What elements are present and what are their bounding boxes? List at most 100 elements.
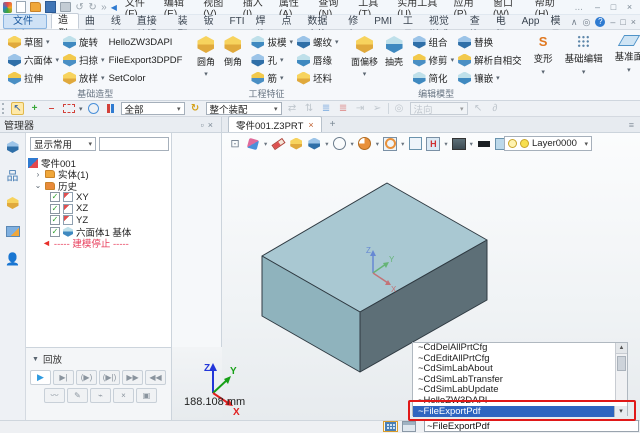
expander-collapsed-icon[interactable]: › xyxy=(34,170,42,179)
chamfer-button[interactable]: 倒角 xyxy=(219,33,246,87)
playback-play-from-button[interactable]: (▶) xyxy=(76,370,97,385)
command-item[interactable]: ~CdSimLabAbout xyxy=(413,364,627,375)
tree-history-node[interactable]: ⌄ 历史 xyxy=(28,180,170,192)
rib-button[interactable]: 筋▾ xyxy=(249,69,295,87)
visibility-checkbox[interactable]: ✓ xyxy=(50,215,60,225)
history-stop-marker[interactable]: ◄ ----- 建模停止 ----- xyxy=(28,238,170,250)
revolve-button[interactable]: 旋转 xyxy=(61,33,107,51)
command-item[interactable]: ~CdSimLabUpdate xyxy=(413,385,627,396)
combine-button[interactable]: 组合 xyxy=(411,33,457,51)
playback-fast-forward-button[interactable]: ▶▶ xyxy=(122,370,143,385)
print-icon[interactable] xyxy=(60,2,71,13)
tree-plane-xy[interactable]: ✓ XY xyxy=(28,192,170,204)
stock-button[interactable]: 坯料 xyxy=(295,69,341,87)
tab-fti[interactable]: FTI xyxy=(224,15,250,29)
tree-filter-box[interactable] xyxy=(99,137,169,151)
thread-button[interactable]: 螺纹▾ xyxy=(295,33,341,51)
tab-weldment[interactable]: 焊件 xyxy=(250,15,276,29)
tab-file[interactable]: 文件(F) xyxy=(3,14,47,29)
command-item-selected[interactable]: ~FileExportPdf ▾ xyxy=(413,406,627,417)
tree-plane-xz[interactable]: ✓ XZ xyxy=(28,203,170,215)
shell-button[interactable]: 抽壳 xyxy=(381,33,408,87)
playback-rewind-button[interactable]: ◀◀ xyxy=(145,370,166,385)
new-tab-button[interactable]: + xyxy=(330,117,336,132)
point-snap-icon[interactable]: ➢ xyxy=(371,102,384,115)
playback-step-button[interactable]: ▶| xyxy=(53,370,74,385)
tab-close-icon[interactable]: × xyxy=(308,120,313,130)
tab-shape[interactable]: 造型 xyxy=(51,13,79,29)
tree-solids-node[interactable]: › 实体(1) xyxy=(28,169,170,181)
tab-sheet-metal[interactable]: 钣金 xyxy=(198,15,224,29)
window-mode-icon[interactable] xyxy=(402,421,416,432)
hole-button[interactable]: 孔▾ xyxy=(249,51,295,69)
role-manager-icon[interactable]: 👤 xyxy=(5,251,21,267)
add-select-icon[interactable]: + xyxy=(28,102,41,115)
box-button[interactable]: 六面体▾ xyxy=(6,51,61,69)
command-item[interactable]: ~CdDelAllPrtCfg xyxy=(413,343,627,354)
redo-icon[interactable]: ↻ xyxy=(88,2,97,13)
doc-close-button[interactable]: × xyxy=(631,17,636,27)
playback-play-to-button[interactable]: (▶|) xyxy=(99,370,120,385)
window-restore-button[interactable]: □ xyxy=(607,2,620,12)
tab-wireframe[interactable]: 线框 xyxy=(105,15,131,29)
extrude-button[interactable]: 拉伸 xyxy=(6,69,61,87)
remove-select-icon[interactable]: – xyxy=(45,102,58,115)
command-table-icon[interactable] xyxy=(383,421,398,432)
filter-combo[interactable]: 全部▾ xyxy=(121,102,185,115)
toolbar-grip[interactable] xyxy=(2,103,7,114)
tab-assembly[interactable]: 装配 xyxy=(172,15,198,29)
panel-close-button[interactable]: × xyxy=(208,120,213,130)
playback-delete-button[interactable]: × xyxy=(113,388,134,403)
history-manager-icon[interactable] xyxy=(5,139,21,155)
view-manager-icon[interactable] xyxy=(5,223,21,239)
tab-data-exchange[interactable]: 数据交换 xyxy=(302,15,343,29)
tab-bar-menu-icon[interactable]: ≡ xyxy=(629,117,634,132)
draft-button[interactable]: 拔模▾ xyxy=(249,33,295,51)
help-icon[interactable]: ? xyxy=(595,17,605,27)
hellozw3dapi-button[interactable]: HelloZW3DAPI xyxy=(107,33,185,51)
basic-edit-group-button[interactable]: 基础编辑 ▾ xyxy=(561,31,607,100)
visual-manager-icon[interactable] xyxy=(5,195,21,211)
setcolor-button[interactable]: SetColor xyxy=(107,69,185,87)
align-icon[interactable]: ≣ xyxy=(320,102,333,115)
command-input[interactable] xyxy=(424,420,639,432)
tab-point-cloud[interactable]: 点云 xyxy=(276,15,302,29)
visibility-checkbox[interactable]: ✓ xyxy=(50,227,60,237)
playback-curve-button[interactable]: 〰 xyxy=(44,388,65,403)
tab-pmi[interactable]: PMI xyxy=(369,15,398,29)
save-icon[interactable] xyxy=(45,2,56,13)
lip-button[interactable]: 唇缘 xyxy=(295,51,341,69)
fileexport3dpdf-button[interactable]: FileExport3DPDF xyxy=(107,51,185,69)
tab-inquire[interactable]: 查询 xyxy=(464,15,490,29)
playback-play-button[interactable]: ▶ xyxy=(30,370,51,385)
assembly-manager-icon[interactable]: 品 xyxy=(5,167,21,183)
window-minimize-button[interactable]: – xyxy=(591,2,604,12)
tab-direct-edit[interactable]: 直接编辑 xyxy=(131,15,172,29)
doc-restore-button[interactable]: □ xyxy=(620,17,625,27)
pick-cursor-icon[interactable]: ↖ xyxy=(472,102,485,115)
combo-arrow-icon[interactable]: ▾ xyxy=(614,406,627,417)
resolve-self-intersection-button[interactable]: 解析自相交 xyxy=(456,51,524,69)
datum-plane-group-button[interactable]: 基准面 ▾ xyxy=(611,31,640,100)
move-icon[interactable]: ⇄ xyxy=(286,102,299,115)
playback-header[interactable]: ▼ 回放 xyxy=(26,348,171,370)
tab-repair[interactable]: 修复 xyxy=(343,15,369,29)
fillet-button[interactable]: 圆角▾ xyxy=(192,33,219,87)
loft-button[interactable]: 放样▾ xyxy=(61,69,107,87)
tab-visual-style[interactable]: 视觉样式 xyxy=(423,15,464,29)
undo-icon[interactable]: ↺ xyxy=(75,2,84,13)
visibility-checkbox[interactable]: ✓ xyxy=(50,204,60,214)
visibility-checkbox[interactable]: ✓ xyxy=(50,192,60,202)
normal-sphere-icon[interactable]: ◎ xyxy=(393,102,406,115)
window-close-button[interactable]: × xyxy=(623,2,636,12)
tab-electrode[interactable]: 电极 xyxy=(490,15,516,29)
pattern-icon[interactable]: ≣ xyxy=(337,102,350,115)
mirror-icon[interactable]: ⇥ xyxy=(354,102,367,115)
toolbar-overflow-icon[interactable]: » xyxy=(101,2,107,13)
menu-more[interactable]: ... xyxy=(571,2,587,13)
expander-expanded-icon[interactable]: ⌄ xyxy=(34,181,42,190)
scrollbar-thumb[interactable] xyxy=(617,356,626,371)
playback-image-button[interactable]: ▣ xyxy=(136,388,157,403)
ribbon-collapse-icon[interactable]: ∧ xyxy=(571,17,578,28)
select-cursor-icon[interactable]: ↖ xyxy=(11,102,24,115)
